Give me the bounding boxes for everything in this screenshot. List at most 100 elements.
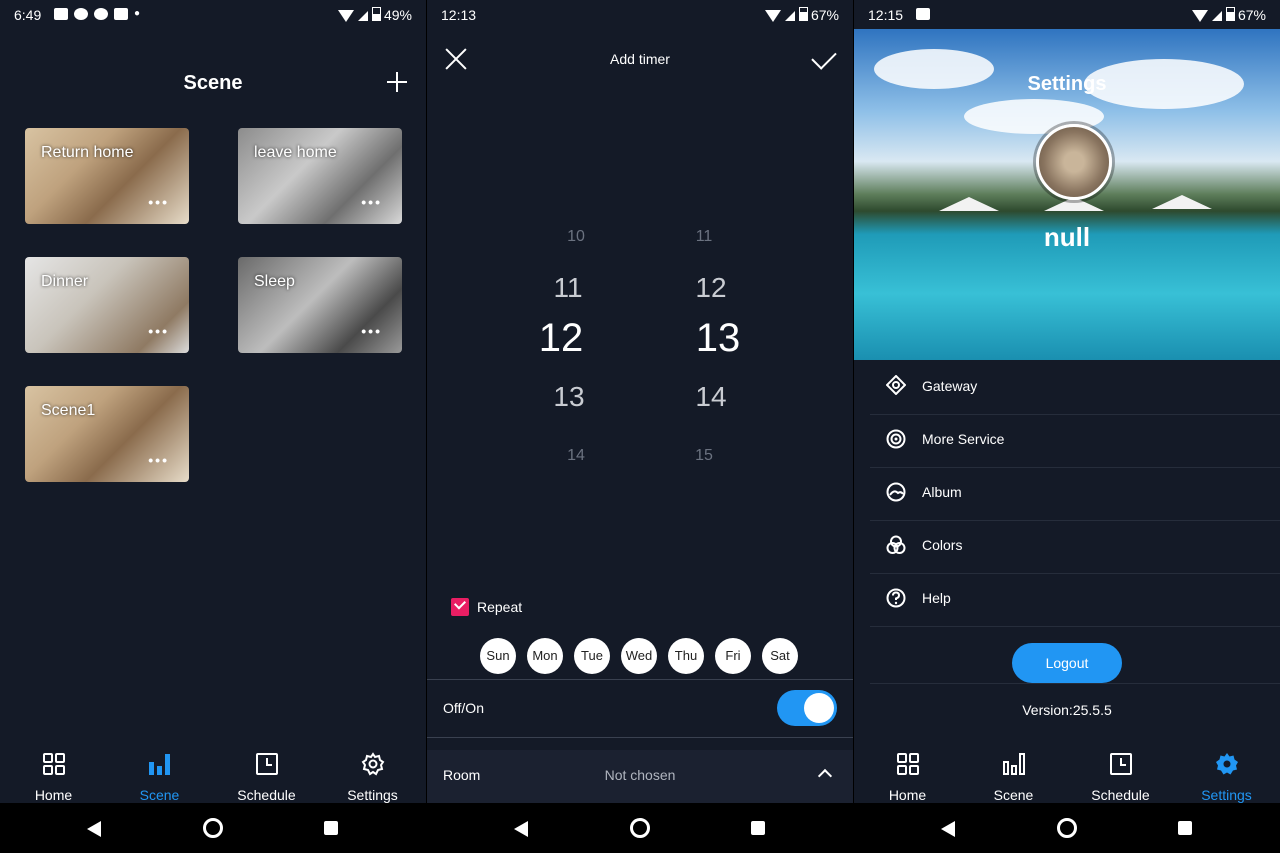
hour-option[interactable]: 13 [539,381,599,413]
wifi-icon [337,10,354,22]
status-right: 67% [764,7,839,23]
menu-item-gateway[interactable]: Gateway [870,361,1280,415]
hour-option[interactable]: 14 [546,447,606,465]
colors-icon [886,535,906,554]
gear-icon [361,752,384,776]
logout-button[interactable]: Logout [1012,643,1122,683]
clock-icon [1109,753,1132,775]
tab-scene[interactable]: Scene [960,748,1067,803]
home-icon[interactable] [1057,818,1077,838]
divider [870,683,1280,684]
scene-screen: 6:49 ● 49% Scene Return home ••• leave h… [0,0,426,803]
grid-icon [896,753,919,775]
dot-icon: ● [134,8,141,19]
scene-card-sleep[interactable]: Sleep ••• [238,257,402,353]
notification-icons: ● [54,8,140,20]
avatar[interactable] [1036,124,1112,200]
minute-option[interactable]: 15 [674,447,734,465]
version-text: Version:25.5.5 [1022,702,1112,718]
home-icon[interactable] [203,818,223,838]
battery-level: 67% [810,7,839,23]
signal-icon [784,11,795,21]
status-bar: 6:49 ● 49% [0,0,426,30]
add-scene-icon[interactable] [387,72,407,92]
scene-card-dinner[interactable]: Dinner ••• [25,257,189,353]
day-sat[interactable]: Sat [762,638,798,674]
tab-home[interactable]: Home [0,748,107,803]
day-fri[interactable]: Fri [715,638,751,674]
header-image: Settings null [854,29,1280,360]
status-time: 12:13 [441,7,477,23]
scene-label: Dinner [41,273,89,290]
room-row[interactable]: Not chosen Room [427,750,853,803]
app-icon [94,8,108,20]
minute-option[interactable]: 12 [681,272,741,304]
day-wed[interactable]: Wed [621,638,657,674]
gear-icon [1215,753,1238,775]
menu-item-colors[interactable]: Colors [870,520,1280,574]
repeat-checkbox[interactable] [451,598,469,616]
username: null [1043,222,1091,252]
hour-selected[interactable]: 12 [531,316,591,361]
day-mon[interactable]: Mon [527,638,563,674]
system-navbar [0,803,426,853]
tab-home[interactable]: Home [854,748,961,803]
menu-item-more-service[interactable]: More Service [870,414,1280,468]
clock-icon [255,753,278,775]
bar-chart-icon [1002,753,1025,775]
more-icon[interactable]: ••• [148,194,169,210]
scene-label: Scene1 [41,402,96,419]
youtube-icon [114,8,128,20]
home-icon[interactable] [630,818,650,838]
scene-label: Sleep [254,273,295,290]
tab-scene[interactable]: Scene [106,748,213,803]
day-tue[interactable]: Tue [574,638,610,674]
grid-icon [42,753,65,775]
notification-icons [916,8,930,20]
back-icon[interactable] [941,821,955,837]
recents-icon[interactable] [324,821,338,835]
scene-card-leave-home[interactable]: leave home ••• [238,128,402,224]
battery-icon [798,7,808,21]
more-icon[interactable]: ••• [148,452,169,468]
settings-screen: Settings null 12:15 67% Gateway More Ser… [854,0,1280,803]
back-icon[interactable] [87,821,101,837]
menu-item-help[interactable]: Help [870,573,1280,627]
tab-schedule[interactable]: Schedule [1067,748,1174,803]
offon-toggle[interactable] [777,690,837,726]
add-timer-screen: 12:13 67% Add timer 10 11 12 13 14 11 12… [427,0,853,803]
day-thu[interactable]: Thu [668,638,704,674]
battery-icon [1225,7,1235,21]
recents-icon[interactable] [1178,821,1192,835]
recents-icon[interactable] [751,821,765,835]
offon-label: Off/On [443,700,484,716]
scene-card-scene1[interactable]: Scene1 ••• [25,386,189,482]
minute-selected[interactable]: 13 [688,316,748,361]
more-icon[interactable]: ••• [148,323,169,339]
menu-label: Gateway [922,378,978,394]
repeat-label: Repeat [477,599,523,615]
tab-label: Schedule [1091,787,1150,803]
day-sun[interactable]: Sun [480,638,516,674]
hour-option[interactable]: 10 [546,228,606,246]
more-icon[interactable]: ••• [361,323,382,339]
tab-settings[interactable]: Settings [1173,748,1280,803]
bar-chart-icon [148,754,170,775]
system-navbar [427,803,853,853]
tab-settings[interactable]: Settings [319,748,426,803]
status-time: 6:49 [14,7,42,23]
page-title: Add timer [610,51,670,67]
bottom-tabbar: Home Scene Schedule Settings [854,748,1280,803]
q-icon [74,8,88,20]
status-bar: 12:13 67% [427,0,853,30]
more-icon[interactable]: ••• [361,194,382,210]
tab-schedule[interactable]: Schedule [213,748,320,803]
back-icon[interactable] [514,821,528,837]
battery-level: 49% [383,7,412,23]
menu-label: Colors [922,537,963,553]
minute-option[interactable]: 11 [674,228,734,246]
minute-option[interactable]: 14 [681,381,741,413]
hour-option[interactable]: 11 [538,272,598,304]
scene-card-return-home[interactable]: Return home ••• [25,128,189,224]
menu-item-album[interactable]: Album [870,467,1280,521]
